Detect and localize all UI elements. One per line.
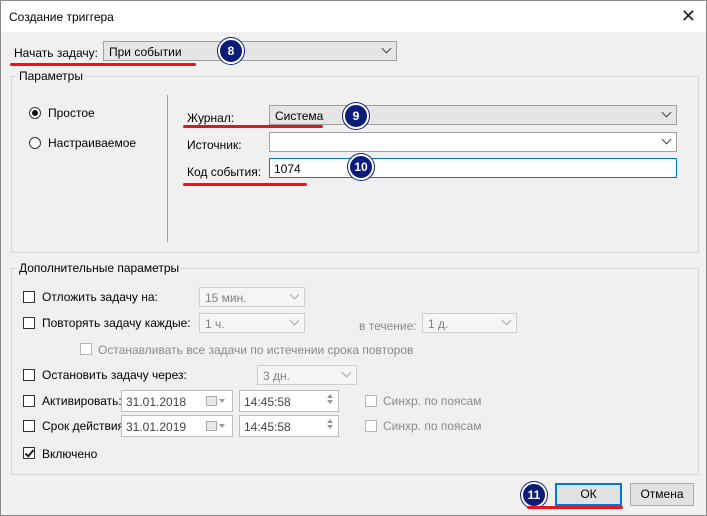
delay-label: Отложить задачу на: [42, 290, 158, 304]
stop-after-label: Остановить задачу через: [42, 368, 187, 382]
trigger-dialog: Создание триггера ✕ Начать задачу: При с… [0, 0, 707, 516]
expire-date-picker[interactable]: 31.01.2019 [121, 415, 233, 437]
annotation-badge-11: 11 [521, 482, 547, 508]
expire-label: Срок действия: [42, 419, 128, 433]
annotation-underline [10, 63, 196, 66]
log-label: Журнал: [187, 111, 235, 125]
repeat-label: Повторять задачу каждые: [42, 316, 191, 330]
start-task-select[interactable]: При событии [103, 41, 397, 61]
radio-custom-label: Настраиваемое [48, 136, 137, 150]
repeat-value: 1 ч. [205, 317, 225, 331]
annotation-badge-10: 10 [348, 154, 374, 180]
annotation-underline [183, 183, 307, 186]
spin-buttons[interactable] [323, 392, 337, 410]
annotation-badge-8: 8 [218, 38, 244, 64]
start-task-label: Начать задачу: [14, 46, 98, 60]
duration-label: в течение: [359, 319, 417, 333]
delay-select[interactable]: 15 мин. [199, 287, 305, 307]
spin-down-icon[interactable] [327, 425, 333, 429]
expire-time-spinner[interactable]: 14:45:58 [239, 415, 339, 437]
enabled-checkbox[interactable] [23, 447, 35, 459]
chevron-down-icon [289, 289, 300, 300]
duration-select[interactable]: 1 д. [422, 313, 517, 333]
cancel-button[interactable]: Отмена [630, 483, 694, 506]
repeat-checkbox[interactable] [23, 317, 35, 329]
duration-value: 1 д. [428, 317, 449, 331]
expire-time-value: 14:45:58 [244, 420, 291, 434]
source-select[interactable] [269, 132, 677, 152]
stop-after-value: 3 дн. [263, 369, 290, 383]
spin-up-icon[interactable] [327, 394, 333, 398]
activate-date-picker[interactable]: 31.01.2018 [121, 390, 233, 412]
delay-value: 15 мин. [205, 291, 247, 305]
chevron-down-icon [661, 134, 672, 145]
repeat-select[interactable]: 1 ч. [199, 313, 305, 333]
activate-label: Активировать: [42, 394, 122, 408]
chevron-down-icon [219, 399, 225, 403]
event-id-label: Код события: [187, 165, 262, 179]
title-bar: Создание триггера ✕ [1, 1, 706, 32]
spin-buttons[interactable] [323, 417, 337, 435]
source-label: Источник: [187, 138, 242, 152]
close-icon[interactable]: ✕ [681, 6, 696, 26]
start-task-value: При событии [109, 45, 182, 59]
expire-date-value: 31.01.2019 [126, 420, 187, 434]
activate-sync-label: Синхр. по поясам [383, 394, 482, 408]
activate-time-spinner[interactable]: 14:45:58 [239, 390, 339, 412]
chevron-down-icon [501, 315, 512, 326]
ok-button[interactable]: ОК [555, 483, 622, 506]
calendar-icon [206, 396, 217, 406]
annotation-underline [183, 125, 323, 128]
chevron-down-icon [219, 424, 225, 428]
chevron-down-icon [661, 107, 672, 118]
expire-sync-checkbox[interactable] [365, 420, 377, 432]
log-value: Система [275, 109, 324, 123]
spin-down-icon[interactable] [327, 400, 333, 404]
radio-simple[interactable] [29, 107, 41, 119]
annotation-underline [527, 506, 623, 509]
expire-checkbox[interactable] [23, 420, 35, 432]
stop-all-checkbox[interactable] [80, 343, 92, 355]
activate-date-value: 31.01.2018 [126, 395, 187, 409]
event-id-value: 1074 [274, 162, 301, 176]
params-legend: Параметры [17, 69, 85, 83]
params-divider [167, 95, 168, 242]
stop-all-label: Останавливать все задачи по истечении ср… [98, 343, 414, 357]
calendar-icon [206, 421, 217, 431]
activate-checkbox[interactable] [23, 395, 35, 407]
delay-checkbox[interactable] [23, 291, 35, 303]
spin-up-icon[interactable] [327, 419, 333, 423]
activate-sync-checkbox[interactable] [365, 395, 377, 407]
activate-time-value: 14:45:58 [244, 395, 291, 409]
chevron-down-icon [341, 367, 352, 378]
annotation-badge-9: 9 [343, 103, 369, 129]
log-select[interactable]: Система [269, 105, 677, 125]
chevron-down-icon [381, 43, 392, 54]
stop-after-checkbox[interactable] [23, 369, 35, 381]
enabled-label: Включено [42, 447, 98, 461]
window-title: Создание триггера [9, 10, 114, 24]
stop-after-select[interactable]: 3 дн. [257, 365, 357, 385]
radio-simple-label: Простое [48, 106, 95, 120]
advanced-legend: Дополнительные параметры [17, 261, 182, 275]
radio-custom[interactable] [29, 137, 41, 149]
chevron-down-icon [289, 315, 300, 326]
expire-sync-label: Синхр. по поясам [383, 419, 482, 433]
event-id-input[interactable]: 1074 [269, 158, 677, 178]
